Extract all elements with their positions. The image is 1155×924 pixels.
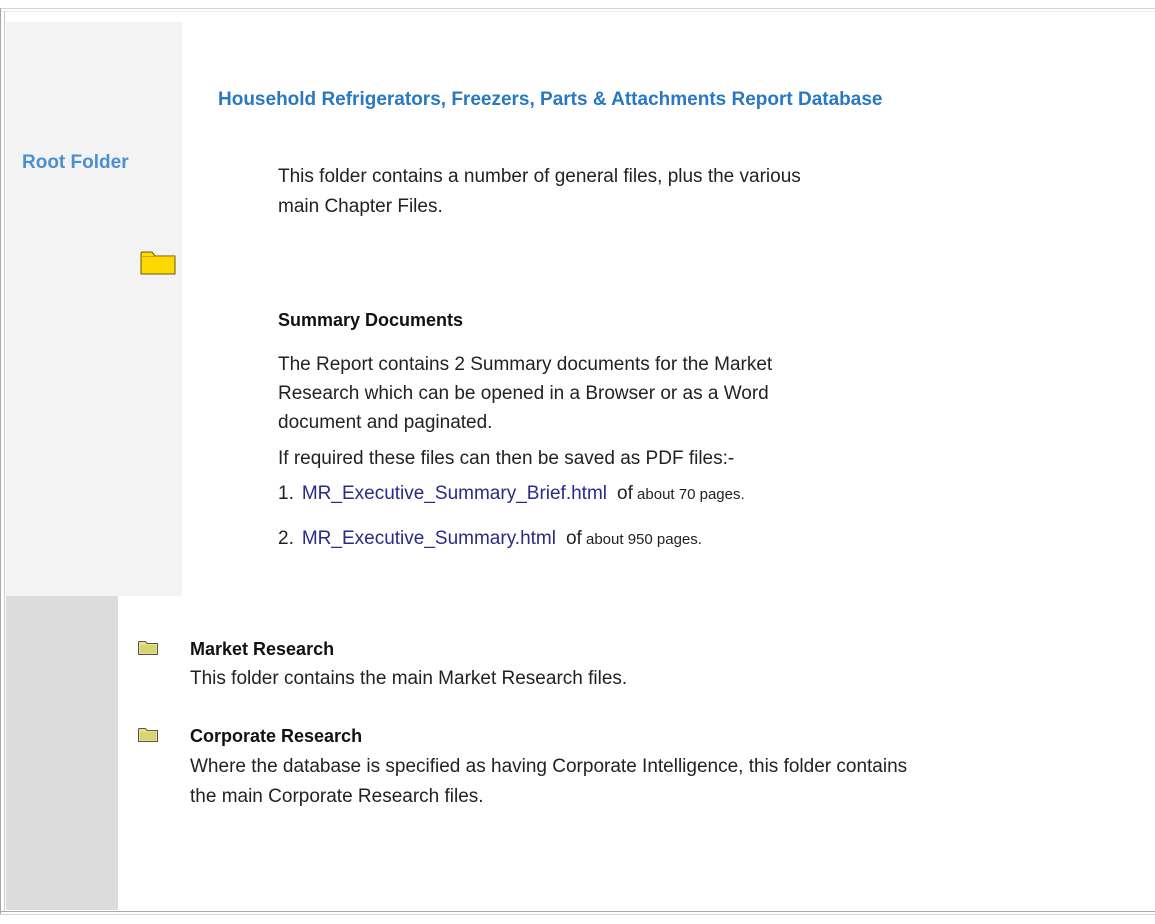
corporate-research-heading: Corporate Research: [190, 726, 363, 746]
list-item: 1. MR_Executive_Summary_Brief.html of abou…: [278, 483, 745, 505]
list-item: 2. MR_Executive_Summary.html of about 950 …: [278, 528, 702, 550]
executive-summary-link[interactable]: MR_Executive_Summary.html: [302, 528, 556, 549]
list-number: 2.: [278, 528, 294, 549]
folder-icon: [140, 251, 176, 275]
intro-text: This folder contains a number of general…: [278, 166, 801, 217]
sidebar-panel: [6, 22, 182, 596]
root-folder-label: Root Folder: [22, 152, 129, 173]
left-border: [0, 8, 1, 914]
summary-heading: Summary Documents: [278, 310, 464, 330]
page-frame: Root Folder Household Refrigerators, Fre…: [0, 0, 1155, 924]
folder-icon: [138, 728, 158, 742]
left-border-inner: [4, 11, 5, 911]
list-desc-of: of: [565, 528, 582, 549]
pdf-note: If required these files can then be save…: [278, 448, 735, 469]
page-title: Household Refrigerators, Freezers, Parts…: [218, 89, 883, 110]
bottom-border: [0, 911, 1155, 912]
bottom-border-outer: [0, 914, 1155, 915]
market-research-text: This folder contains the main Market Res…: [190, 668, 628, 689]
folder-icon: [138, 641, 158, 655]
executive-summary-brief-link[interactable]: MR_Executive_Summary_Brief.html: [302, 483, 607, 504]
list-desc: about 70 pages.: [632, 486, 745, 503]
list-desc-of: of: [617, 483, 633, 504]
market-research-heading: Market Research: [190, 639, 335, 659]
list-desc: about 950 pages.: [581, 531, 702, 548]
top-border: [0, 8, 1155, 9]
list-number: 1.: [278, 483, 294, 504]
corporate-research-text: Where the database is specified as havin…: [190, 756, 908, 807]
sidebar-panel-lower: [6, 596, 118, 910]
summary-text: The Report contains 2 Summary documents …: [278, 354, 773, 433]
top-border-inner: [0, 11, 1155, 12]
